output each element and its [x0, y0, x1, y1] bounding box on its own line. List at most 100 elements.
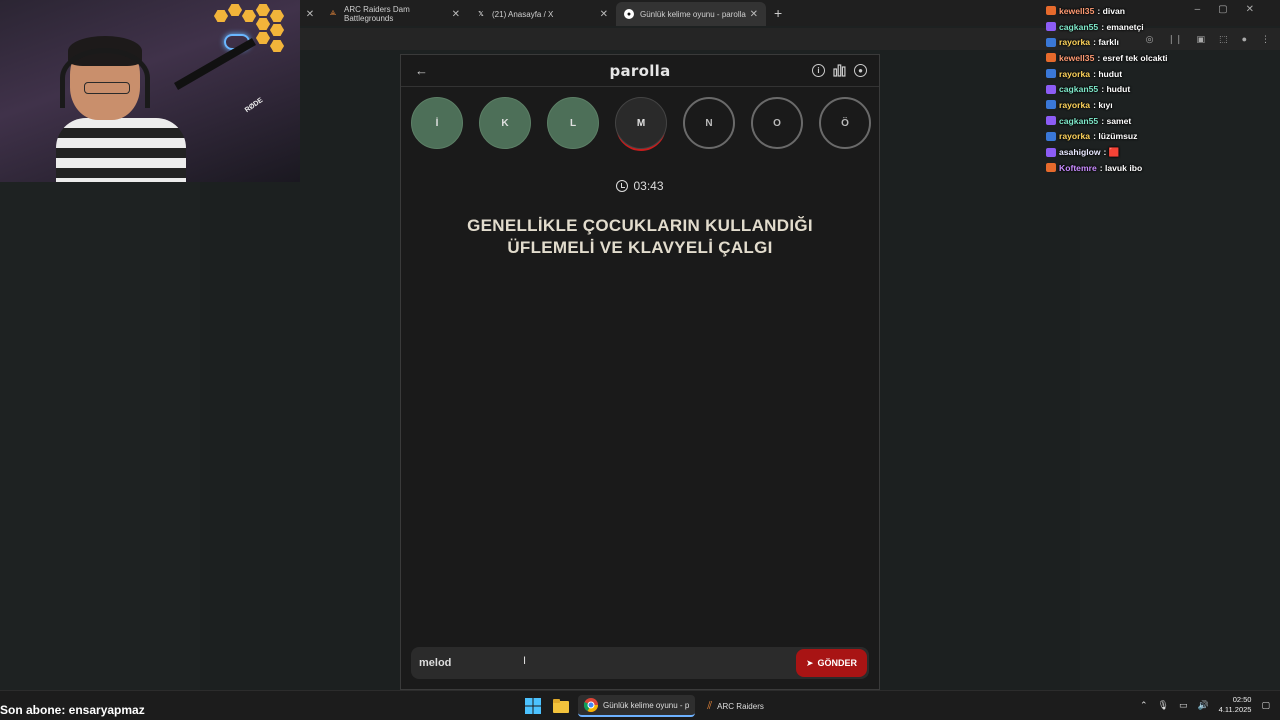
chat-message: rayorka: farklı: [1046, 34, 1276, 50]
chat-overlay: kewell35: divan cagkan55: emanetçi rayor…: [1046, 3, 1276, 176]
stream-background-left: [0, 180, 200, 690]
chat-text: hudut: [1106, 84, 1131, 95]
chrome-icon: [584, 698, 598, 712]
badge-icon: [1046, 100, 1056, 110]
badge-icon: [1046, 116, 1056, 126]
chat-username: Koftemre: [1059, 162, 1097, 173]
back-button[interactable]: ←: [415, 63, 428, 78]
question-text: GENELLİKLE ÇOCUKLARIN KULLANDIĞI ÜFLEMEL…: [401, 215, 879, 259]
new-tab-button[interactable]: +: [774, 5, 782, 21]
webcam-overlay: RØDE: [0, 0, 300, 182]
question-line: ÜFLEMELİ VE KLAVYELİ ÇALGI: [507, 238, 773, 257]
clock-time: 02:50: [1232, 695, 1252, 704]
chat-text: kıyı: [1098, 99, 1113, 110]
chat-text: lavuk ibo: [1104, 162, 1143, 173]
badge-icon: [1046, 131, 1056, 141]
parolla-app: ← parolla i ● İ K L M N O Ö 03:43 GENELL…: [400, 54, 880, 690]
chat-text: 🟥: [1108, 146, 1120, 157]
answer-bar: ➤ GÖNDER: [411, 647, 869, 679]
badge-icon: [1046, 69, 1056, 79]
microphone-icon[interactable]: 🎙: [1158, 700, 1169, 711]
arc-raiders-icon: ⟁: [329, 10, 337, 17]
chat-text: samet: [1106, 115, 1132, 126]
letter-circle: İ: [411, 97, 463, 149]
chat-text: lüzümsuz: [1098, 131, 1138, 142]
last-subscriber-overlay: Son abone: ensaryapmaz: [0, 703, 145, 717]
send-icon: ➤: [805, 657, 814, 668]
badge-icon: [1046, 84, 1056, 94]
chat-username: rayorka: [1059, 131, 1091, 142]
send-button[interactable]: ➤ GÖNDER: [795, 649, 867, 677]
close-icon[interactable]: ✕: [750, 9, 758, 20]
letter-circle: K: [479, 97, 531, 149]
chat-text: esref tek olcakti: [1102, 52, 1168, 63]
chat-message: kewell35: esref tek olcakti: [1046, 50, 1276, 66]
taskbar-app-arc-raiders[interactable]: ⫽ ARC Raiders: [701, 695, 770, 717]
profile-icon[interactable]: ●: [854, 64, 867, 77]
stream-background-right: [1080, 180, 1280, 690]
close-icon[interactable]: ✕: [600, 9, 608, 20]
tab-label: Günlük kelime oyunu - parolla: [640, 9, 746, 19]
text-cursor-icon: I: [523, 655, 527, 667]
badge-icon: [1046, 37, 1056, 47]
clock[interactable]: 02:50 4.11.2025: [1219, 695, 1252, 715]
app-title: parolla: [609, 61, 671, 80]
app-header: ← parolla i ●: [401, 55, 879, 87]
chat-message: rayorka: kıyı: [1046, 97, 1276, 113]
chat-text: divan: [1102, 5, 1126, 16]
chat-username: asahiglow: [1059, 147, 1101, 158]
chat-message: cagkan55: hudut: [1046, 81, 1276, 97]
streamer: [56, 36, 186, 182]
letter-circle: Ö: [819, 97, 871, 149]
chat-message: Koftemre: lavuk ibo: [1046, 160, 1276, 176]
tab-arc-raiders[interactable]: ⟁ ARC Raiders Dam Battlegrounds ✕: [320, 2, 468, 26]
x-icon: 𝕏: [478, 11, 484, 18]
chat-username: kewell35: [1059, 52, 1095, 63]
file-explorer-icon[interactable]: [550, 695, 572, 717]
notification-icon[interactable]: ▢: [1261, 700, 1270, 711]
tab-parolla[interactable]: ● Günlük kelime oyunu - parolla ✕: [616, 2, 766, 26]
letter-track: İ K L M N O Ö: [411, 97, 871, 149]
windows-start-icon[interactable]: [522, 695, 544, 717]
stats-icon[interactable]: [833, 64, 846, 77]
chat-message: kewell35: divan: [1046, 3, 1276, 19]
tab-label: ARC Raiders Dam Battlegrounds: [344, 5, 410, 23]
taskbar-app-chrome[interactable]: Günlük kelime oyunu - p: [578, 695, 696, 717]
badge-icon: [1046, 6, 1056, 16]
tab-close-previous[interactable]: ✕: [300, 2, 320, 26]
clock-date: 4.11.2025: [1218, 705, 1252, 714]
display-icon[interactable]: ▭: [1179, 700, 1188, 711]
badge-icon: [1046, 53, 1056, 63]
chat-username: rayorka: [1059, 37, 1091, 48]
chat-username: cagkan55: [1059, 84, 1099, 95]
tab-x[interactable]: 𝕏 (21) Anasayfa / X ✕: [468, 2, 616, 26]
answer-input[interactable]: [411, 648, 796, 678]
chat-message: rayorka: hudut: [1046, 66, 1276, 82]
info-icon[interactable]: i: [812, 64, 825, 77]
chat-text: emanetçi: [1106, 21, 1144, 32]
chat-message: rayorka: lüzümsuz: [1046, 129, 1276, 145]
tab-label: (21) Anasayfa / X: [492, 9, 554, 19]
letter-circle: O: [751, 97, 803, 149]
chat-username: rayorka: [1059, 99, 1091, 110]
chat-username: rayorka: [1059, 68, 1091, 79]
taskbar-app-label: ARC Raiders: [717, 701, 764, 711]
mic-brand-logo: RØDE: [243, 96, 265, 115]
chevron-up-icon[interactable]: ⌃: [1140, 700, 1148, 711]
chat-message: cagkan55: samet: [1046, 113, 1276, 129]
timer-value: 03:43: [633, 179, 664, 193]
chat-username: kewell35: [1059, 5, 1095, 16]
chat-message: cagkan55: emanetçi: [1046, 19, 1276, 35]
close-icon[interactable]: ✕: [452, 9, 460, 20]
badge-icon: [1046, 163, 1056, 173]
system-tray: ⌃ 🎙 ▭ 🔊 02:50 4.11.2025 ▢: [1140, 695, 1270, 715]
chat-message: asahiglow: 🟥: [1046, 144, 1276, 160]
chat-text: hudut: [1098, 68, 1123, 79]
chat-text: farklı: [1098, 37, 1119, 48]
close-icon[interactable]: ✕: [306, 9, 314, 20]
volume-icon[interactable]: 🔊: [1197, 700, 1208, 711]
timer: 03:43: [401, 179, 879, 193]
windows-taskbar: Günlük kelime oyunu - p ⫽ ARC Raiders ⌃ …: [0, 690, 1280, 720]
clock-icon: [616, 180, 629, 192]
send-label: GÖNDER: [817, 658, 857, 668]
